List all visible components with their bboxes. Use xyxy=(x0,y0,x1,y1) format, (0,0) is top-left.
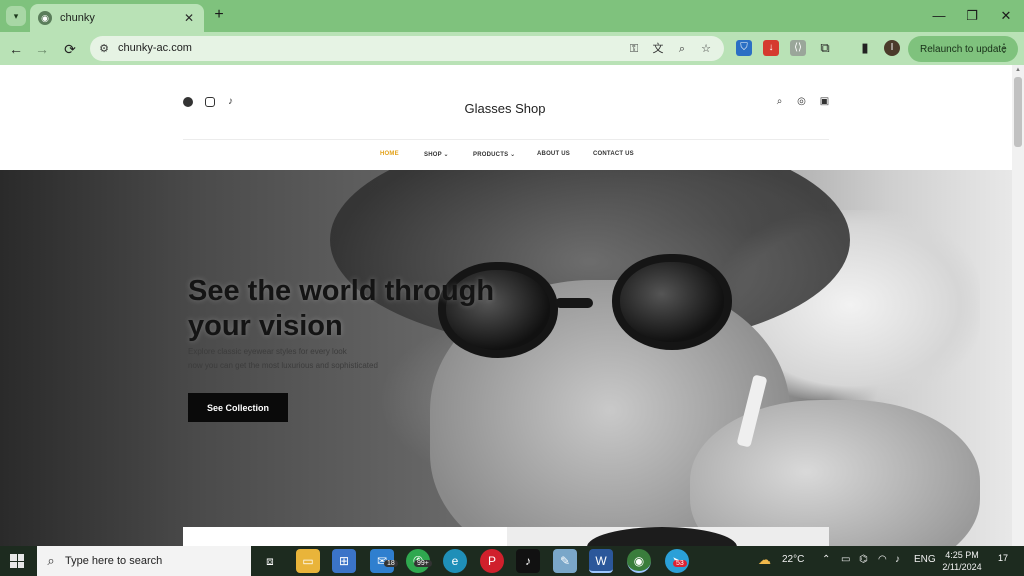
relaunch-to-update-button[interactable]: Relaunch to update ⋮ xyxy=(908,36,1018,62)
account-icon[interactable]: ◎ xyxy=(796,96,807,107)
site-info-icon[interactable]: ⚙ xyxy=(96,41,112,57)
word-icon[interactable]: W xyxy=(589,549,613,573)
minimize-button[interactable]: — xyxy=(922,6,956,26)
code-extension-icon[interactable]: ⟨⟩ xyxy=(790,40,806,56)
bookmark-star-icon[interactable]: ☆ xyxy=(698,41,714,57)
tiktok-app-icon[interactable]: ♪ xyxy=(516,549,540,573)
site-favicon-icon: ◉ xyxy=(38,11,52,25)
close-window-button[interactable]: ✕ xyxy=(989,6,1023,26)
profile-avatar[interactable]: I xyxy=(884,40,900,56)
weather-icon[interactable]: ☁ xyxy=(758,552,771,568)
task-view-icon[interactable]: ⧈ xyxy=(258,549,282,573)
tray-chevron-up-icon[interactable]: ⌃ xyxy=(822,554,830,565)
file-explorer-icon[interactable]: ▭ xyxy=(296,549,320,573)
clock-time: 4:25 PM xyxy=(945,550,979,560)
scroll-up-arrow-icon[interactable]: ▲ xyxy=(1015,67,1021,73)
page-viewport: ♪ Glasses Shop ⌕ ◎ ▣ HOME SHOP ⌄ PRODUCT… xyxy=(0,65,1012,546)
system-clock[interactable]: 4:25 PM 2/11/2024 xyxy=(936,549,988,573)
notepad-icon[interactable]: ✎ xyxy=(553,549,577,573)
hero-headline-line2: your vision xyxy=(188,310,343,342)
clock-date: 2/11/2024 xyxy=(942,562,982,572)
instagram-icon[interactable] xyxy=(205,97,215,107)
whatsapp-badge: 99+ xyxy=(414,560,432,567)
cart-icon[interactable]: ▣ xyxy=(819,96,830,107)
hero-subtext: Explore classic eyewear styles for every… xyxy=(188,345,428,373)
telegram-badge: 53 xyxy=(673,560,687,567)
hero-headline: See the world through your vision xyxy=(188,274,528,344)
notification-count: 17 xyxy=(997,553,1008,563)
zoom-icon[interactable]: ⌕ xyxy=(674,41,690,57)
network-icon[interactable]: ⌬ xyxy=(859,554,868,565)
new-tab-button[interactable]: + xyxy=(210,6,228,24)
side-panel-icon[interactable]: ▮ xyxy=(857,40,873,56)
wifi-icon[interactable]: ◠ xyxy=(878,554,887,565)
tiktok-icon[interactable]: ♪ xyxy=(228,97,238,107)
back-button[interactable]: ← xyxy=(6,39,26,59)
key-icon[interactable]: ⚿ xyxy=(626,41,642,57)
hero-subtext-line2: now you can get the most luxurious and s… xyxy=(188,361,378,370)
search-magnifier-icon: ⌕ xyxy=(47,553,55,568)
more-menu-icon[interactable]: ⋮ xyxy=(998,41,1010,55)
hero-banner xyxy=(0,170,1012,546)
scrollbar-thumb[interactable] xyxy=(1014,77,1022,147)
translate-icon[interactable]: 文 xyxy=(650,41,666,57)
restore-button[interactable]: ❐ xyxy=(955,6,989,26)
site-title[interactable]: Glasses Shop xyxy=(380,101,630,116)
address-bar[interactable]: ⚙ chunky-ac.com ⚿ 文 ⌕ ☆ xyxy=(90,36,724,61)
volume-icon[interactable]: ♪ xyxy=(895,554,900,565)
start-windows-icon[interactable] xyxy=(10,554,24,568)
browser-tab[interactable]: ◉ chunky ✕ xyxy=(30,4,204,32)
search-icon[interactable]: ⌕ xyxy=(774,96,785,107)
facebook-icon[interactable] xyxy=(183,97,193,107)
see-collection-button[interactable]: See Collection xyxy=(188,393,288,422)
sunglasses-right-lens xyxy=(612,254,732,350)
mail-badge: 18 xyxy=(384,560,398,567)
hero-subtext-line1: Explore classic eyewear styles for every… xyxy=(188,347,347,356)
url-text[interactable]: chunky-ac.com xyxy=(118,42,192,54)
pinterest-icon[interactable]: P xyxy=(480,549,504,573)
menu-home[interactable]: HOME xyxy=(380,151,399,157)
menu-shop[interactable]: SHOP ⌄ xyxy=(424,151,449,158)
notification-center-icon[interactable]: 17 xyxy=(994,553,1012,569)
hero-image-hand xyxy=(690,400,980,546)
forward-button[interactable]: → xyxy=(32,39,52,59)
tab-search-chevron-icon[interactable]: ▾ xyxy=(6,6,26,26)
tab-title: chunky xyxy=(60,12,95,24)
weather-temperature[interactable]: 22°C xyxy=(782,554,804,565)
menu-products[interactable]: PRODUCTS ⌄ xyxy=(473,151,515,158)
product-card-right[interactable] xyxy=(507,527,829,546)
tab-close-icon[interactable]: ✕ xyxy=(182,11,196,25)
product-card-left[interactable] xyxy=(183,527,507,546)
browser-tab-strip: ▾ ◉ chunky ✕ + — ❐ ✕ xyxy=(0,0,1024,32)
windows-taskbar: ⌕ Type here to search ⧈ ▭ ⊞ ✉ 18 ✆ 99+ e… xyxy=(0,546,1024,576)
store-icon[interactable]: ⊞ xyxy=(332,549,356,573)
hero-headline-line1: See the world through xyxy=(188,275,495,307)
menu-contact-us[interactable]: CONTACT US xyxy=(593,151,634,157)
taskbar-search-placeholder[interactable]: Type here to search xyxy=(65,555,162,567)
puzzle-extensions-icon[interactable]: ⧉ xyxy=(817,40,833,56)
reload-button[interactable]: ⟳ xyxy=(60,39,80,59)
page-scrollbar[interactable]: ▲ xyxy=(1012,65,1024,546)
menu-about-us[interactable]: ABOUT US xyxy=(537,151,570,157)
relaunch-label: Relaunch to update xyxy=(920,43,1007,55)
product-card-image xyxy=(587,527,737,546)
taskbar-search-box[interactable]: ⌕ Type here to search xyxy=(37,546,251,576)
language-indicator[interactable]: ENG xyxy=(914,554,936,565)
edge-icon[interactable]: e xyxy=(443,549,467,573)
battery-icon[interactable]: ▭ xyxy=(841,554,850,565)
chrome-icon[interactable]: ◉ xyxy=(627,549,651,573)
header-divider xyxy=(183,139,829,140)
shield-extension-icon[interactable]: ⛉ xyxy=(736,40,752,56)
download-extension-icon[interactable]: ↓ xyxy=(763,40,779,56)
sunglasses-bridge xyxy=(555,298,593,308)
browser-toolbar: ← → ⟳ ⚙ chunky-ac.com ⚿ 文 ⌕ ☆ ⛉ ↓ ⟨⟩ ⧉ ▮… xyxy=(0,32,1024,65)
